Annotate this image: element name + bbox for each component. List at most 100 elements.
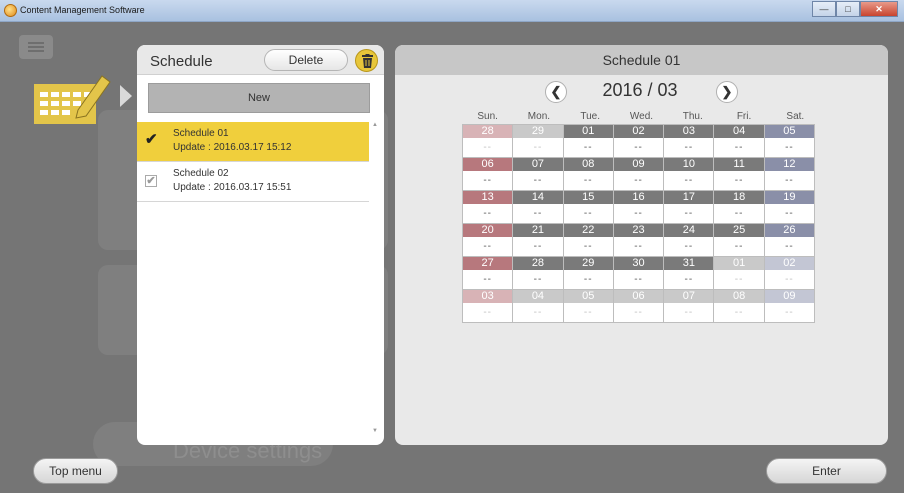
day-schedule-value: --	[785, 274, 794, 285]
new-schedule-button[interactable]: New	[148, 83, 370, 113]
day-number: 01	[714, 257, 764, 270]
day-number: 16	[613, 191, 664, 204]
calendar-day-cell[interactable]: 24 --	[663, 223, 715, 257]
calendar-week-row: 06 -- 07 -- 08 -- 09 -- 10 -- 11 -- 12 --	[462, 157, 821, 191]
calendar-day-cell[interactable]: 26 --	[763, 223, 816, 257]
day-number: 10	[664, 158, 714, 171]
calendar-day-cell[interactable]: 09 --	[612, 157, 665, 191]
weekday-label: Sun.	[477, 111, 498, 122]
calendar-day-cell[interactable]: 16 --	[612, 190, 665, 224]
scroll-down-icon[interactable]: ▼	[372, 428, 378, 434]
calendar-day-cell[interactable]: 11 --	[713, 157, 765, 191]
calendar-grid: Sun. Mon. Tue. Wed. Thu. Fri. Sat. 28 -- 2…	[462, 111, 821, 323]
calendar-day-cell[interactable]: 19 --	[763, 190, 816, 224]
day-schedule-value: --	[785, 208, 794, 219]
day-schedule-value: --	[734, 274, 744, 285]
day-schedule-value: --	[533, 274, 543, 285]
calendar-day-cell[interactable]: 05 --	[763, 124, 816, 158]
window-titlebar: Content Management Software — □ ✕	[0, 0, 904, 22]
calendar-day-cell[interactable]: 23 --	[612, 223, 665, 257]
day-schedule-value: --	[483, 307, 492, 318]
calendar-day-cell[interactable]: 01 --	[713, 256, 765, 290]
day-schedule-value: --	[634, 307, 643, 318]
day-schedule-value: --	[533, 175, 543, 186]
day-number: 06	[463, 158, 513, 171]
day-schedule-value: --	[684, 241, 694, 252]
enter-button[interactable]: Enter	[766, 458, 887, 484]
maximize-button[interactable]: □	[836, 1, 860, 17]
day-schedule-value: --	[684, 274, 694, 285]
calendar-day-cell[interactable]: 28 --	[462, 124, 514, 158]
next-month-button[interactable]: ❯	[716, 81, 738, 103]
day-schedule-value: --	[634, 142, 643, 153]
calendar-day-cell[interactable]: 07 --	[663, 289, 715, 323]
calendar-day-cell[interactable]: 20 --	[462, 223, 514, 257]
calendar-day-cell[interactable]: 06 --	[462, 157, 514, 191]
previous-month-button[interactable]: ❮	[545, 81, 567, 103]
day-number: 25	[714, 224, 764, 237]
calendar-day-cell[interactable]: 02 --	[612, 124, 665, 158]
schedule-update-time: Update : 2016.03.17 15:51	[173, 182, 292, 193]
calendar-day-cell[interactable]: 22 --	[562, 223, 614, 257]
calendar-day-cell[interactable]: 02 --	[763, 256, 816, 290]
hamburger-menu-icon[interactable]	[19, 35, 53, 59]
calendar-day-cell[interactable]: 06 --	[612, 289, 665, 323]
day-number: 07	[513, 158, 563, 171]
calendar-day-cell[interactable]: 10 --	[663, 157, 715, 191]
calendar-month: 2016 / 03	[602, 80, 678, 100]
calendar-day-cell[interactable]: 31 --	[663, 256, 715, 290]
calendar-day-cell[interactable]: 04 --	[713, 124, 765, 158]
calendar-day-cell[interactable]: 29 --	[562, 256, 614, 290]
calendar-day-cell[interactable]: 08 --	[562, 157, 614, 191]
calendar-day-cell[interactable]: 25 --	[713, 223, 765, 257]
calendar-day-cell[interactable]: 03 --	[462, 289, 514, 323]
scroll-up-icon[interactable]: ▲	[372, 122, 378, 128]
schedule-list-item[interactable]: ✔ Schedule 02 Update : 2016.03.17 15:51	[137, 162, 369, 202]
schedule-update-time: Update : 2016.03.17 15:12	[173, 142, 292, 153]
calendar-day-cell[interactable]: 15 --	[562, 190, 614, 224]
calendar-week-row: 13 -- 14 -- 15 -- 16 -- 17 -- 18 -- 19 --	[462, 190, 821, 224]
calendar-day-cell[interactable]: 01 --	[562, 124, 614, 158]
day-schedule-value: --	[785, 142, 794, 153]
day-number: 14	[513, 191, 563, 204]
calendar-week-row: 03 -- 04 -- 05 -- 06 -- 07 -- 08 -- 09 --	[462, 289, 821, 323]
top-menu-button[interactable]: Top menu	[33, 458, 118, 484]
calendar-day-cell[interactable]: 21 --	[512, 223, 564, 257]
delete-button[interactable]: Delete	[264, 49, 348, 71]
day-schedule-value: --	[684, 208, 694, 219]
calendar-day-cell[interactable]: 18 --	[713, 190, 765, 224]
calendar-day-cell[interactable]: 03 --	[663, 124, 715, 158]
calendar-day-cell[interactable]: 09 --	[763, 289, 816, 323]
day-number: 28	[513, 257, 563, 270]
close-button[interactable]: ✕	[860, 1, 898, 17]
calendar-day-cell[interactable]: 13 --	[462, 190, 514, 224]
calendar-day-cell[interactable]: 28 --	[512, 256, 564, 290]
calendar-day-cell[interactable]: 29 --	[512, 124, 564, 158]
weekday-label: Mon.	[527, 111, 551, 122]
list-scrollbar[interactable]: ▲ ▼	[370, 122, 380, 442]
checkmark-icon[interactable]: ✔	[145, 132, 158, 147]
day-schedule-value: --	[634, 274, 643, 285]
checkbox-icon[interactable]: ✔	[145, 175, 157, 187]
schedule-list-item[interactable]: ✔ Schedule 01 Update : 2016.03.17 15:12	[137, 122, 369, 162]
weekday-label: Wed.	[629, 111, 654, 122]
trash-icon	[362, 54, 373, 68]
day-schedule-value: --	[583, 175, 593, 186]
trash-button[interactable]	[355, 49, 378, 72]
calendar-day-cell[interactable]: 17 --	[663, 190, 715, 224]
schedule-name: Schedule 01	[173, 128, 229, 139]
calendar-day-cell[interactable]: 12 --	[763, 157, 816, 191]
day-number: 18	[714, 191, 764, 204]
day-number: 04	[513, 290, 563, 303]
day-number: 05	[764, 125, 815, 138]
calendar-day-cell[interactable]: 14 --	[512, 190, 564, 224]
day-number: 02	[613, 125, 664, 138]
day-schedule-value: --	[583, 208, 593, 219]
calendar-day-cell[interactable]: 07 --	[512, 157, 564, 191]
calendar-day-cell[interactable]: 08 --	[713, 289, 765, 323]
minimize-button[interactable]: —	[812, 1, 836, 17]
calendar-day-cell[interactable]: 30 --	[612, 256, 665, 290]
calendar-day-cell[interactable]: 05 --	[562, 289, 614, 323]
calendar-day-cell[interactable]: 04 --	[512, 289, 564, 323]
calendar-day-cell[interactable]: 27 --	[462, 256, 514, 290]
